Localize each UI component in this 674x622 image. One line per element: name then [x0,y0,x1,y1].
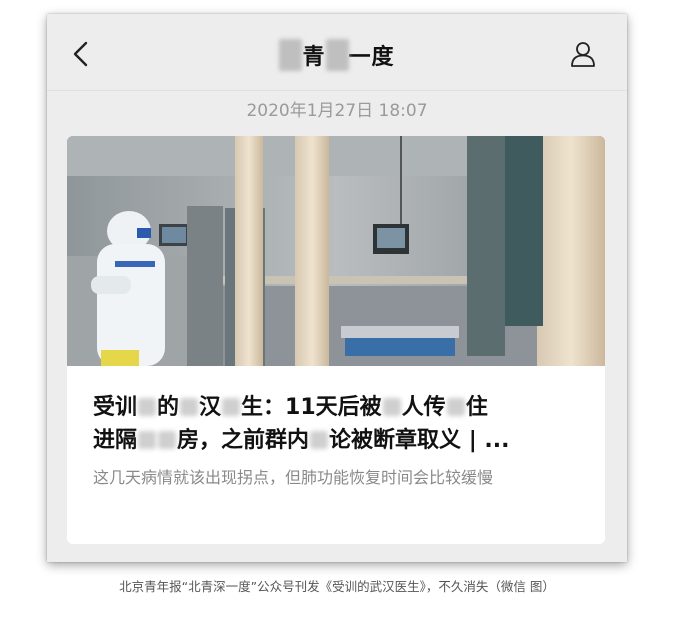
headline-blur [382,398,401,416]
title-blurred-2: 深 [325,39,349,71]
top-nav-bar: 北青深一度 [47,14,627,91]
headline-part: 人传 [401,395,446,420]
headline-part: 进隔 [93,428,138,453]
article-summary: 这几天病情就该出现拐点，但肺功能恢复时间会比较缓慢 [93,468,494,487]
phone-screen: 北青深一度 2020年1月27日 18:07 [47,14,627,562]
user-icon[interactable] [569,40,597,68]
headline-blur [138,398,157,416]
headline-part: 房，之前群内 [177,428,310,453]
article-photo [67,136,605,366]
image-caption: 北京青年报“北青深一度”公众号刊发《受训的武汉医生》，不久消失（微信 图） [119,579,555,594]
headline-blur [158,431,177,449]
headline-part: 受训 [93,395,138,420]
headline-blur [446,398,465,416]
headline-part: 汉 [199,395,222,420]
post-date: 2020年1月27日 18:07 [246,101,428,121]
headline-part: 生：11天后被 [241,395,382,420]
headline-blur [222,398,241,416]
headline-line-2: 进隔 房，之前群内 论被断章取义 | ... [93,424,593,457]
headline-blur [180,398,199,416]
title-part-4: 一度 [348,45,395,70]
headline-part: 论被断章取义 | ... [329,428,510,453]
title-blurred-1: 北 [279,39,303,71]
headline-blur [310,431,329,449]
article-card[interactable]: 受训的汉生：11天后被 人传住 进隔 房，之前群内 论被断章取义 | ... 这几天病… [67,136,605,544]
headline-blur [138,431,157,449]
title-part-2: 青 [302,45,326,70]
page-title: 北青深一度 [47,39,627,71]
headline-part: 住 [465,395,488,420]
article-headline: 受训的汉生：11天后被 人传住 进隔 房，之前群内 论被断章取义 | ... [93,391,593,457]
headline-part: 的 [157,395,180,420]
headline-line-1: 受训的汉生：11天后被 人传住 [93,391,593,424]
